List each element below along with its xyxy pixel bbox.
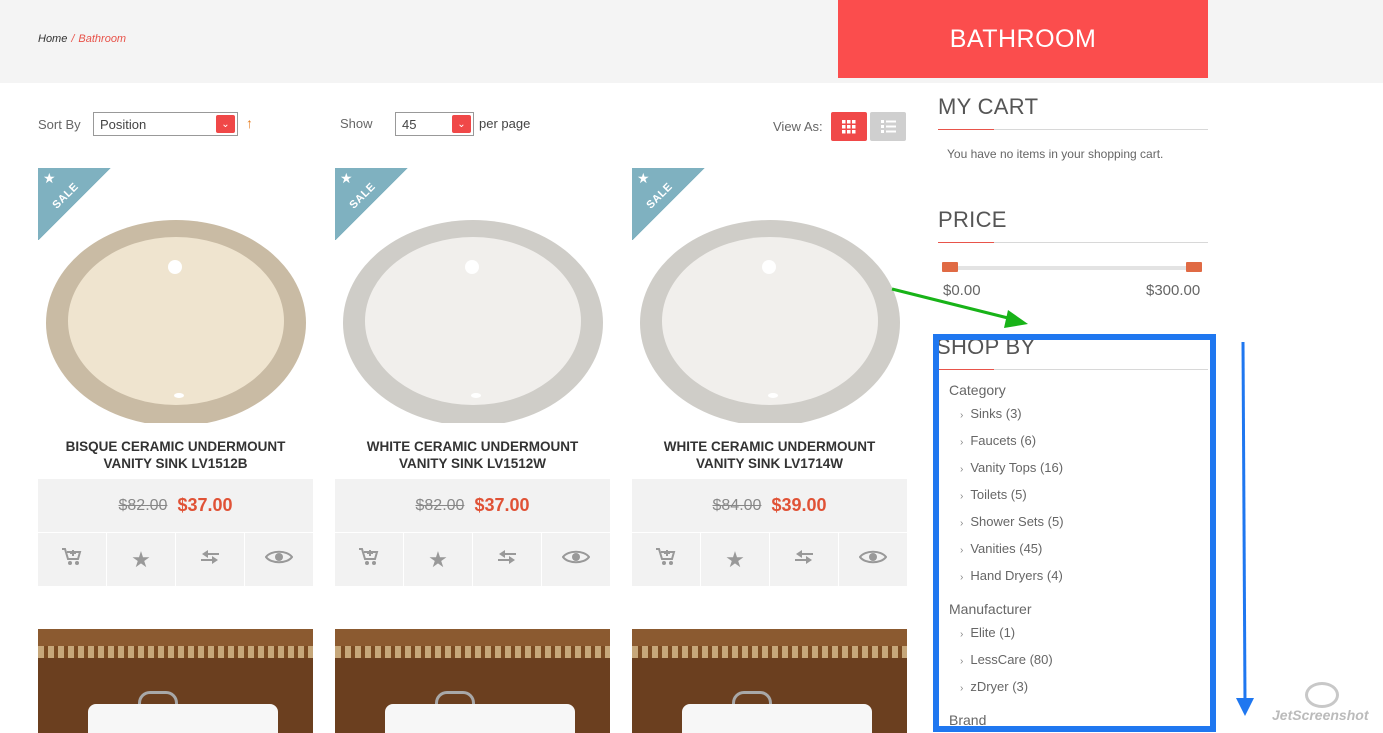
wishlist-star-icon: ★: [131, 546, 151, 572]
special-price: $37.00: [474, 495, 530, 515]
sort-by-select[interactable]: Position ⌄: [93, 112, 238, 136]
list-view-button[interactable]: [870, 112, 906, 141]
sort-by-value: Position: [100, 117, 147, 132]
quick-view-eye-button[interactable]: [542, 533, 610, 586]
special-price: $39.00: [771, 495, 827, 515]
product-image[interactable]: [38, 629, 313, 733]
watermark: JetScreenshot: [1272, 680, 1382, 730]
price-max-label: $300.00: [1146, 282, 1201, 299]
compare-button[interactable]: [176, 533, 244, 586]
product-image[interactable]: [335, 629, 610, 733]
price-slider-min-handle[interactable]: [942, 262, 958, 272]
view-as-label: View As:: [773, 119, 823, 134]
watermark-logo-icon: [1305, 682, 1339, 708]
star-icon: ★: [637, 170, 650, 186]
product-price: $82.00 $37.00: [38, 479, 313, 532]
compare-button[interactable]: [473, 533, 541, 586]
per-page-label: per page: [479, 116, 531, 131]
sort-by-label: Sort By: [38, 117, 81, 132]
chevron-down-icon: ⌄: [452, 115, 471, 133]
breadcrumb-current: Bathroom: [78, 33, 127, 45]
wishlist-star-button[interactable]: ★: [701, 533, 769, 586]
add-to-cart-icon: [61, 547, 83, 573]
add-to-cart-icon: [655, 547, 677, 573]
add-to-cart-button[interactable]: [632, 533, 700, 586]
quick-view-eye-button[interactable]: [245, 533, 313, 586]
product-image[interactable]: ★ SALE: [632, 168, 907, 423]
quick-view-eye-icon: [264, 548, 294, 571]
wishlist-star-icon: ★: [725, 546, 745, 572]
product-price: $82.00 $37.00: [335, 479, 610, 532]
add-to-cart-icon: [358, 547, 380, 573]
add-to-cart-button[interactable]: [335, 533, 403, 586]
product-image[interactable]: [632, 629, 907, 733]
product-price: $84.00 $39.00: [632, 479, 907, 532]
category-title-banner: BATHROOM: [838, 0, 1208, 78]
quick-view-eye-button[interactable]: [839, 533, 907, 586]
compare-icon: [199, 548, 221, 572]
cart-empty-message: You have no items in your shopping cart.: [947, 147, 1164, 161]
compare-button[interactable]: [770, 533, 838, 586]
quick-view-eye-icon: [561, 548, 591, 571]
sale-badge: ★ SALE: [632, 168, 706, 240]
wishlist-star-button[interactable]: ★: [404, 533, 472, 586]
add-to-cart-button[interactable]: [38, 533, 106, 586]
product-actions: ★: [38, 533, 313, 586]
special-price: $37.00: [177, 495, 233, 515]
old-price: $84.00: [712, 496, 762, 514]
sale-badge: ★ SALE: [38, 168, 112, 240]
compare-icon: [793, 548, 815, 572]
compare-icon: [496, 548, 518, 572]
product-name-link[interactable]: BISQUE CERAMIC UNDERMOUNT VANITY SINK LV…: [38, 438, 313, 472]
show-label: Show: [340, 116, 373, 131]
wishlist-star-icon: ★: [428, 546, 448, 572]
sort-direction-arrow-icon[interactable]: ↑: [246, 115, 253, 131]
product-name-link[interactable]: WHITE CERAMIC UNDERMOUNT VANITY SINK LV1…: [335, 438, 610, 472]
product-image[interactable]: ★ SALE: [38, 168, 313, 423]
product-name-link[interactable]: WHITE CERAMIC UNDERMOUNT VANITY SINK LV1…: [632, 438, 907, 472]
old-price: $82.00: [415, 496, 465, 514]
my-cart-title: MY CART: [938, 94, 1039, 119]
green-annotation-arrow-icon: [891, 287, 1028, 328]
product-image[interactable]: ★ SALE: [335, 168, 610, 423]
star-icon: ★: [43, 170, 56, 186]
limit-select[interactable]: 45 ⌄: [395, 112, 474, 136]
quick-view-eye-icon: [858, 548, 888, 571]
product-actions: ★: [632, 533, 907, 586]
sale-badge: ★ SALE: [335, 168, 409, 240]
wishlist-star-button[interactable]: ★: [107, 533, 175, 586]
star-icon: ★: [340, 170, 353, 186]
list-icon: [880, 120, 896, 133]
section-divider: [938, 129, 1208, 130]
limit-value: 45: [402, 117, 417, 132]
annotation-highlight-box: [933, 334, 1216, 732]
blue-annotation-arrow-icon: [1236, 341, 1254, 716]
grid-view-button[interactable]: [831, 112, 867, 141]
chevron-down-icon: ⌄: [216, 115, 235, 133]
price-title: PRICE: [938, 207, 1007, 232]
product-actions: ★: [335, 533, 610, 586]
grid-icon: [842, 119, 856, 133]
price-slider-max-handle[interactable]: [1186, 262, 1202, 272]
old-price: $82.00: [118, 496, 168, 514]
breadcrumb-home-link[interactable]: Home: [38, 33, 67, 45]
price-slider-track[interactable]: [944, 266, 1202, 270]
breadcrumb-separator: /: [71, 33, 75, 45]
breadcrumb: Home / Bathroom: [38, 33, 126, 45]
section-divider: [938, 242, 1208, 243]
